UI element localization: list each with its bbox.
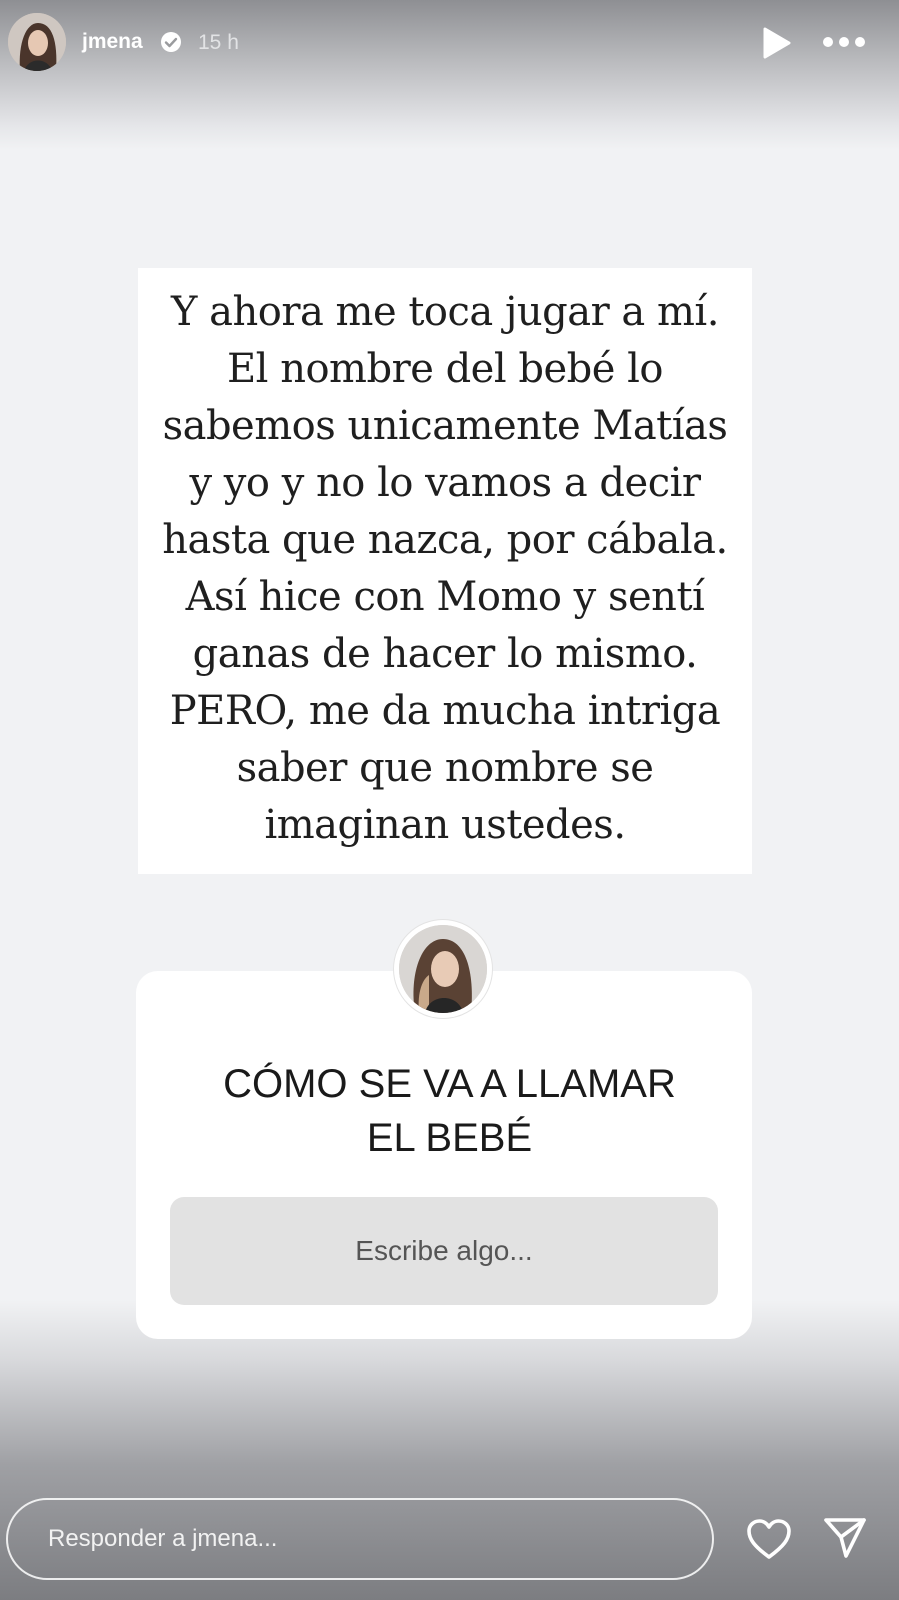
story-line: PERO, me da mucha intriga	[169, 688, 721, 734]
story-line: saber que nombre se	[236, 745, 654, 791]
more-options-icon[interactable]	[822, 32, 866, 52]
question-title: CÓMO SE VA A LLAMAR EL BEBÉ	[0, 1057, 899, 1165]
reply-input[interactable]: Responder a jmena...	[6, 1498, 714, 1580]
heart-icon[interactable]	[746, 1518, 792, 1560]
question-avatar	[394, 920, 492, 1018]
play-icon[interactable]	[760, 26, 792, 60]
story-line: Así hice con Momo y sentí	[185, 574, 705, 620]
story-line: ganas de hacer lo mismo.	[192, 631, 698, 677]
story-line: hasta que nazca, por cábala.	[162, 517, 728, 563]
story-line: sabemos unicamente Matías	[162, 403, 728, 449]
question-title-line: EL BEBÉ	[366, 1116, 533, 1160]
story-line: imaginan ustedes.	[264, 802, 626, 848]
question-title-line: CÓMO SE VA A LLAMAR	[223, 1062, 676, 1106]
story-text-card: Y ahora me toca jugar a mí. El nombre de…	[138, 268, 752, 874]
story-header: jmena 15 h	[0, 0, 899, 90]
question-answer-input[interactable]: Escribe algo...	[170, 1197, 718, 1305]
story-line: y yo y no lo vamos a decir	[189, 460, 701, 506]
post-time: 15 h	[198, 31, 239, 54]
verified-badge-icon	[161, 32, 181, 52]
reply-placeholder: Responder a jmena...	[48, 1525, 278, 1552]
send-icon[interactable]	[822, 1516, 868, 1560]
story-line: El nombre del bebé lo	[226, 346, 664, 392]
profile-avatar[interactable]	[8, 13, 66, 71]
story-text: Y ahora me toca jugar a mí. El nombre de…	[138, 268, 752, 854]
question-input-placeholder: Escribe algo...	[355, 1235, 533, 1266]
story-line: Y ahora me toca jugar a mí.	[171, 289, 719, 335]
username[interactable]: jmena	[82, 30, 143, 54]
